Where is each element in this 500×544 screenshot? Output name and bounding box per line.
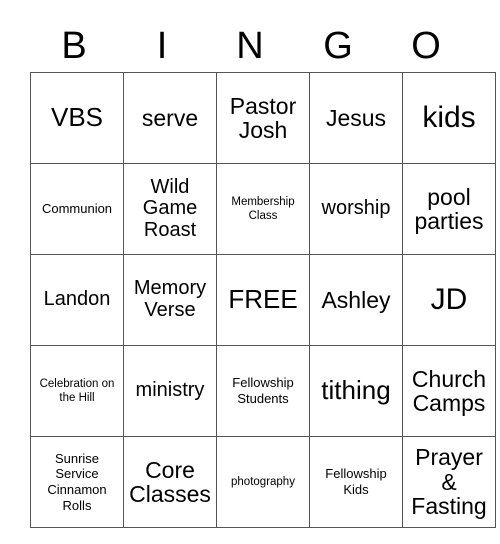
bingo-cell-label: Church Camps — [411, 365, 487, 416]
bingo-cell-label: Core Classes — [129, 456, 211, 507]
bingo-cell-label: kids — [422, 100, 476, 134]
bingo-cell-g3[interactable]: Ashley — [309, 254, 403, 346]
bingo-cell-o3[interactable]: JD — [402, 254, 496, 346]
bingo-cell-i5[interactable]: Core Classes — [123, 436, 217, 528]
bingo-cell-label: Ashley — [321, 286, 391, 313]
bingo-cell-label: Pastor Josh — [229, 92, 297, 143]
bingo-cell-b5[interactable]: Sunrise Service Cinnamon Rolls — [30, 436, 124, 528]
bingo-cell-label: Wild Game Roast — [142, 175, 198, 241]
bingo-cell-b1[interactable]: VBS — [30, 72, 124, 164]
bingo-row: VBS serve Pastor Josh Jesus kids — [30, 72, 496, 164]
bingo-cell-g1[interactable]: Jesus — [309, 72, 403, 164]
bingo-header-letter-o: O — [411, 25, 441, 67]
bingo-cell-label: Landon — [43, 288, 111, 311]
bingo-cell-n2[interactable]: Membership Class — [216, 163, 310, 255]
bingo-cell-n4[interactable]: Fellowship Students — [216, 345, 310, 437]
bingo-cell-label: serve — [141, 104, 199, 131]
bingo-cell-label: Prayer & Fasting — [411, 444, 487, 520]
bingo-cell-label: pool parties — [414, 183, 484, 234]
bingo-cell-label: JD — [430, 282, 468, 316]
bingo-cell-label: Fellowship Kids — [325, 466, 387, 497]
bingo-cell-label: ministry — [135, 379, 205, 402]
bingo-cell-g2[interactable]: worship — [309, 163, 403, 255]
bingo-cell-g5[interactable]: Fellowship Kids — [309, 436, 403, 528]
bingo-cell-label: worship — [321, 197, 391, 220]
bingo-cell-label: Celebration on the Hill — [39, 377, 115, 404]
bingo-header-letter-g: G — [323, 25, 353, 67]
bingo-cell-label: photography — [231, 475, 295, 488]
bingo-row: Sunrise Service Cinnamon Rolls Core Clas… — [30, 436, 496, 528]
bingo-free-label: FREE — [228, 284, 298, 315]
bingo-header-letter-b: B — [61, 25, 87, 67]
bingo-cell-b3[interactable]: Landon — [30, 254, 124, 346]
bingo-cell-n1[interactable]: Pastor Josh — [216, 72, 310, 164]
bingo-cell-label: VBS — [50, 102, 104, 133]
bingo-cell-o5[interactable]: Prayer & Fasting — [402, 436, 496, 528]
bingo-cell-o4[interactable]: Church Camps — [402, 345, 496, 437]
bingo-cell-i1[interactable]: serve — [123, 72, 217, 164]
bingo-cell-label: tithing — [321, 375, 391, 406]
bingo-header-letter-n: N — [236, 25, 264, 67]
bingo-cell-free-space[interactable]: FREE — [216, 254, 310, 346]
bingo-cell-n5[interactable]: photography — [216, 436, 310, 528]
bingo-cell-label: Memory Verse — [133, 277, 207, 321]
bingo-cell-b2[interactable]: Communion — [30, 163, 124, 255]
bingo-cell-label: Fellowship Students — [232, 375, 294, 406]
bingo-cell-label: Jesus — [325, 104, 387, 131]
bingo-row: Communion Wild Game Roast Membership Cla… — [30, 163, 496, 255]
bingo-card: B I N G O VBS serve Pastor Josh Jesus ki… — [30, 20, 496, 528]
bingo-cell-i2[interactable]: Wild Game Roast — [123, 163, 217, 255]
bingo-cell-b4[interactable]: Celebration on the Hill — [30, 345, 124, 437]
bingo-cell-label: Sunrise Service Cinnamon Rolls — [47, 450, 107, 513]
bingo-cell-g4[interactable]: tithing — [309, 345, 403, 437]
bingo-header-row: B I N G O — [30, 20, 470, 72]
bingo-row: Celebration on the Hill ministry Fellows… — [30, 345, 496, 437]
bingo-cell-i4[interactable]: ministry — [123, 345, 217, 437]
bingo-row: Landon Memory Verse FREE Ashley JD — [30, 254, 496, 346]
bingo-header-letter-i: I — [156, 25, 168, 67]
bingo-cell-label: Membership Class — [231, 195, 295, 222]
bingo-grid: VBS serve Pastor Josh Jesus kids Communi… — [30, 72, 496, 528]
bingo-cell-o2[interactable]: pool parties — [402, 163, 496, 255]
bingo-cell-i3[interactable]: Memory Verse — [123, 254, 217, 346]
bingo-cell-label: Communion — [41, 201, 113, 217]
bingo-cell-o1[interactable]: kids — [402, 72, 496, 164]
